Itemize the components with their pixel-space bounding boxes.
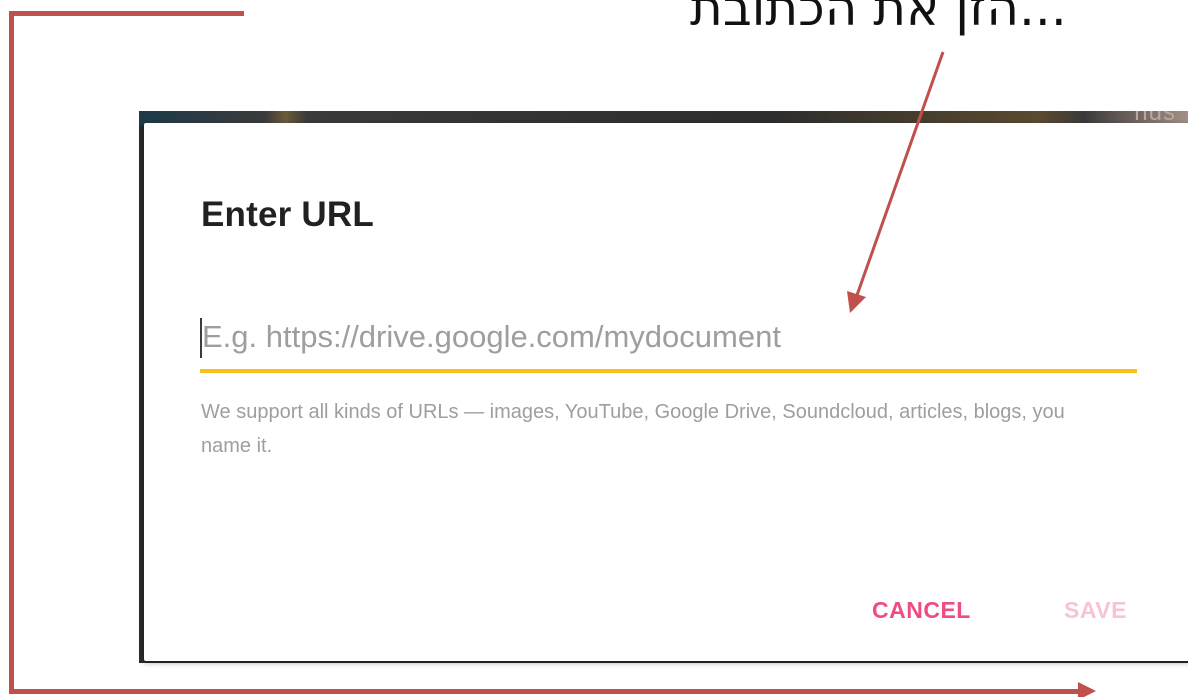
save-button[interactable]: SAVE xyxy=(1064,590,1144,630)
url-input[interactable] xyxy=(200,305,1139,369)
enter-url-dialog: Enter URL We support all kinds of URLs —… xyxy=(144,123,1188,661)
annotation-caption: ...הזן את הכתובת xyxy=(690,0,1067,37)
dialog-title: Enter URL xyxy=(201,195,374,234)
url-helper-text: We support all kinds of URLs — images, Y… xyxy=(201,401,1065,457)
annotation-frame-bottom xyxy=(9,689,1084,694)
annotation-frame-top xyxy=(9,11,244,16)
url-input-underline xyxy=(200,369,1137,373)
url-field xyxy=(200,305,1139,373)
screenshot-stage: ...הזן את הכתובת nus Enter URL We suppor… xyxy=(0,0,1188,697)
annotation-frame-left xyxy=(9,11,14,694)
cancel-button[interactable]: CANCEL xyxy=(872,590,992,630)
text-caret xyxy=(200,318,202,358)
